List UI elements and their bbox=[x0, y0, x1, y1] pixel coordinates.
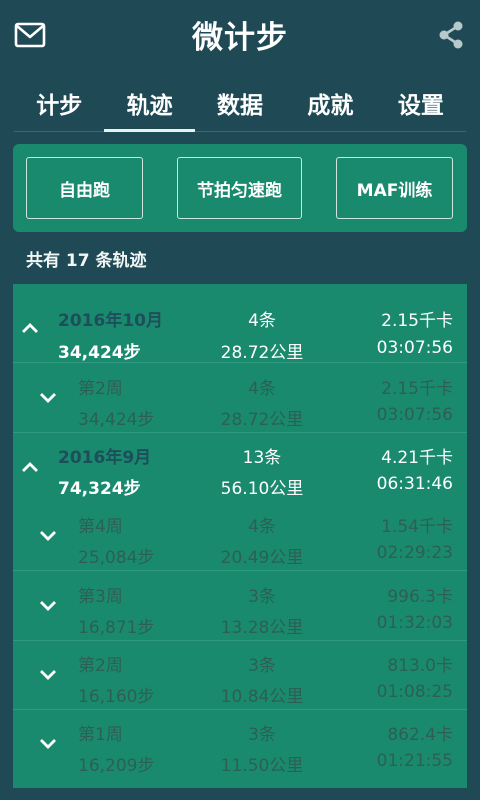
week-steps: 25,084步 bbox=[78, 548, 155, 568]
track-list: 2016年10月 4条 2.15千卡 34,424步 28.72公里 03:07… bbox=[13, 284, 467, 788]
month-steps: 34,424步 bbox=[58, 343, 141, 363]
week-calories: 813.0卡 bbox=[387, 656, 453, 676]
week-row[interactable]: 第2周 4条 2.15千卡 34,424步 28.72公里 03:07:56 bbox=[13, 364, 467, 433]
month-calories: 2.15千卡 bbox=[381, 311, 453, 331]
week-duration: 01:32:03 bbox=[376, 613, 453, 633]
week-label: 第1周 bbox=[78, 725, 123, 745]
track-count-summary: 共有 17 条轨迹 bbox=[26, 251, 147, 271]
chevron-down-icon[interactable] bbox=[38, 737, 58, 751]
week-count: 4条 bbox=[248, 379, 276, 399]
week-count: 3条 bbox=[248, 587, 276, 607]
share-icon[interactable] bbox=[436, 20, 466, 50]
month-count: 13条 bbox=[242, 448, 282, 468]
week-steps: 16,209步 bbox=[78, 756, 155, 776]
week-calories: 862.4卡 bbox=[387, 725, 453, 745]
chevron-down-icon[interactable] bbox=[38, 391, 58, 405]
tab-achievements[interactable]: 成就 bbox=[285, 78, 375, 131]
week-label: 第2周 bbox=[78, 379, 123, 399]
tab-settings[interactable]: 设置 bbox=[376, 78, 466, 131]
week-count: 3条 bbox=[248, 725, 276, 745]
week-row[interactable]: 第2周 3条 813.0卡 16,160步 10.84公里 01:08:25 bbox=[13, 641, 467, 710]
week-duration: 02:29:23 bbox=[376, 543, 453, 563]
week-distance: 10.84公里 bbox=[220, 687, 304, 707]
month-distance: 28.72公里 bbox=[220, 343, 304, 363]
week-duration: 01:08:25 bbox=[376, 682, 453, 702]
free-run-button[interactable]: 自由跑 bbox=[26, 157, 143, 219]
tab-data[interactable]: 数据 bbox=[195, 78, 285, 131]
week-distance: 11.50公里 bbox=[220, 756, 304, 776]
month-row-sep[interactable]: 2016年9月 13条 4.21千卡 74,324步 56.10公里 06:31… bbox=[13, 434, 467, 503]
tab-tracks[interactable]: 轨迹 bbox=[104, 78, 196, 132]
month-calories: 4.21千卡 bbox=[381, 448, 453, 468]
month-steps: 74,324步 bbox=[58, 479, 141, 499]
week-distance: 28.72公里 bbox=[220, 410, 304, 430]
top-bar: 微计步 bbox=[0, 0, 480, 70]
maf-training-button[interactable]: MAF训练 bbox=[336, 157, 453, 219]
week-label: 第4周 bbox=[78, 517, 123, 537]
month-row-oct[interactable]: 2016年10月 4条 2.15千卡 34,424步 28.72公里 03:07… bbox=[13, 294, 467, 363]
month-duration: 03:07:56 bbox=[376, 338, 453, 358]
week-count: 4条 bbox=[248, 517, 276, 537]
month-count: 4条 bbox=[248, 311, 276, 331]
week-distance: 20.49公里 bbox=[220, 548, 304, 568]
app-title: 微计步 bbox=[192, 20, 288, 56]
week-steps: 34,424步 bbox=[78, 410, 155, 430]
chevron-up-icon[interactable] bbox=[20, 460, 40, 474]
month-distance: 56.10公里 bbox=[220, 479, 304, 499]
week-steps: 16,160步 bbox=[78, 687, 155, 707]
week-count: 3条 bbox=[248, 656, 276, 676]
chevron-down-icon[interactable] bbox=[38, 668, 58, 682]
month-label: 2016年9月 bbox=[58, 448, 152, 468]
month-label: 2016年10月 bbox=[58, 311, 163, 331]
week-row[interactable]: 第4周 4条 1.54千卡 25,084步 20.49公里 02:29:23 bbox=[13, 502, 467, 571]
tab-steps[interactable]: 计步 bbox=[14, 78, 104, 131]
week-label: 第3周 bbox=[78, 587, 123, 607]
week-calories: 996.3卡 bbox=[387, 587, 453, 607]
metronome-run-button[interactable]: 节拍匀速跑 bbox=[177, 157, 302, 219]
week-duration: 01:21:55 bbox=[376, 751, 453, 771]
week-row[interactable]: 第1周 3条 862.4卡 16,209步 11.50公里 01:21:55 bbox=[13, 710, 467, 779]
chevron-down-icon[interactable] bbox=[38, 529, 58, 543]
chevron-up-icon[interactable] bbox=[20, 321, 40, 335]
month-duration: 06:31:46 bbox=[376, 474, 453, 494]
tab-bar: 计步 轨迹 数据 成就 设置 bbox=[14, 78, 466, 132]
week-distance: 13.28公里 bbox=[220, 618, 304, 638]
week-row[interactable]: 第3周 3条 996.3卡 16,871步 13.28公里 01:32:03 bbox=[13, 572, 467, 641]
week-calories: 2.15千卡 bbox=[381, 379, 453, 399]
week-steps: 16,871步 bbox=[78, 618, 155, 638]
run-mode-panel: 自由跑 节拍匀速跑 MAF训练 bbox=[13, 144, 467, 232]
chevron-down-icon[interactable] bbox=[38, 599, 58, 613]
week-label: 第2周 bbox=[78, 656, 123, 676]
week-calories: 1.54千卡 bbox=[381, 517, 453, 537]
week-duration: 03:07:56 bbox=[376, 405, 453, 425]
